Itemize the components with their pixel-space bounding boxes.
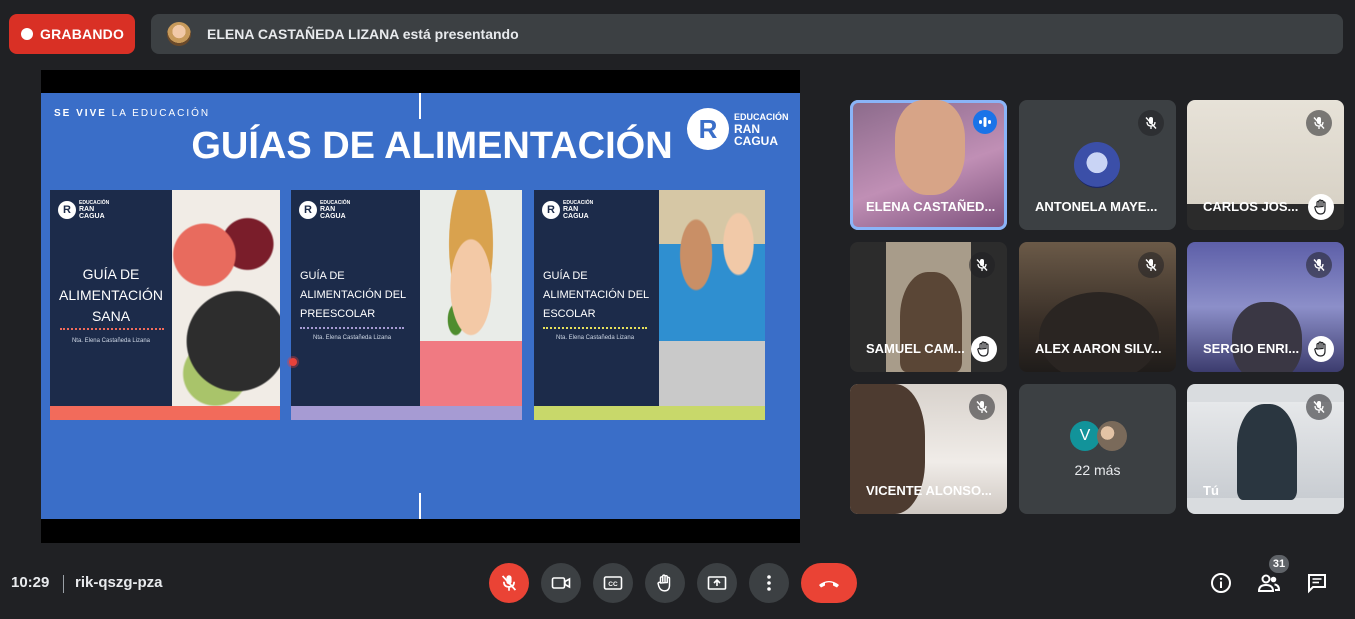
more-participants-tile[interactable]: V 22 más	[1019, 384, 1176, 514]
avatar	[1097, 421, 1127, 451]
info-icon	[1211, 573, 1231, 593]
closed-caption-icon: CC	[603, 576, 623, 590]
clock: 10:29	[11, 574, 50, 591]
child-broccoli-photo	[420, 190, 522, 406]
children-lunch-photo	[659, 190, 765, 406]
mic-off-icon	[1138, 252, 1164, 278]
participant-tile[interactable]: ALEX AARON SILV...	[1019, 242, 1176, 372]
participant-name: Tú	[1203, 483, 1219, 498]
presentation-stage: SE VIVE LA EDUCACIÓN GUÍAS DE ALIMENTACI…	[41, 70, 800, 543]
present-screen-icon	[707, 576, 727, 590]
participant-video	[1039, 292, 1159, 372]
record-dot-icon	[21, 28, 33, 40]
present-now-button[interactable]	[697, 563, 737, 603]
more-vert-icon	[767, 575, 771, 591]
presenter-bar: ELENA CASTAÑEDA LIZANA está presentando	[151, 14, 1343, 54]
presentation-slide: SE VIVE LA EDUCACIÓN GUÍAS DE ALIMENTACI…	[41, 93, 800, 519]
slide-tagline: SE VIVE LA EDUCACIÓN	[54, 108, 211, 119]
participant-tile[interactable]: VICENTE ALONSO...	[850, 384, 1007, 514]
raise-hand-button[interactable]	[645, 563, 685, 603]
meeting-code: rik-qszg-pza	[75, 574, 163, 591]
bottom-toolbar: 10:29 rik-qszg-pza CC 31	[0, 555, 1355, 619]
speaking-indicator-icon	[973, 110, 997, 134]
food-photo	[172, 190, 280, 406]
presenter-avatar	[167, 22, 191, 46]
call-end-icon	[819, 581, 839, 588]
chat-icon	[1308, 574, 1326, 594]
participant-name: CARLOS JOS...	[1203, 199, 1299, 214]
participant-name: ANTONELA MAYE...	[1035, 199, 1158, 214]
raise-hand-icon	[1308, 194, 1334, 220]
mic-off-icon	[969, 252, 995, 278]
guide-card-preescolar: R EDUCACIÓN RAN CAGUA GUÍA DE ALIMENTACIÓN D…	[291, 190, 522, 420]
participant-name: SAMUEL CAM...	[866, 341, 965, 356]
raise-hand-icon	[971, 336, 997, 362]
participant-tile[interactable]: SERGIO ENRI...	[1187, 242, 1344, 372]
videocam-icon	[551, 577, 571, 589]
participant-name: ELENA CASTAÑED...	[866, 199, 996, 214]
mic-off-icon	[1306, 110, 1332, 136]
card-title: GUÍA DE ALIMENTACIÓN SANA	[59, 266, 163, 324]
participants-button[interactable]	[1256, 570, 1282, 596]
participant-name: SERGIO ENRI...	[1203, 341, 1300, 356]
recording-label: GRABANDO	[40, 26, 125, 42]
mic-off-icon	[1138, 110, 1164, 136]
more-options-button[interactable]	[749, 563, 789, 603]
more-count: 22 más	[1074, 462, 1121, 478]
participant-tile[interactable]: CARLOS JOS...	[1187, 100, 1344, 230]
mic-off-icon	[1306, 394, 1332, 420]
laser-pointer	[289, 358, 297, 366]
participant-video	[895, 100, 965, 195]
recording-badge[interactable]: GRABANDO	[9, 14, 135, 54]
card-title: GUÍA DE ALIMENTACIÓN DEL PREESCOLAR	[300, 270, 407, 320]
brand-logo: R EDUCACIÓN RAN CAGUA	[687, 108, 789, 150]
participant-video	[1237, 404, 1297, 500]
participant-name: ALEX AARON SILV...	[1035, 341, 1162, 356]
raise-hand-icon	[1308, 336, 1334, 362]
svg-text:CC: CC	[608, 581, 618, 588]
avatar	[1074, 142, 1120, 188]
presenter-text: ELENA CASTAÑEDA LIZANA está presentando	[207, 26, 519, 42]
meeting-details-button[interactable]	[1208, 570, 1234, 596]
participant-tile[interactable]: SAMUEL CAM...	[850, 242, 1007, 372]
raise-hand-icon	[657, 574, 671, 592]
mic-off-icon	[501, 575, 517, 591]
separator	[63, 575, 64, 593]
guide-card-sana: R EDUCACIÓN RAN CAGUA GUÍA DE ALIMENTACIÓN SA…	[50, 190, 280, 420]
participant-tile[interactable]: ELENA CASTAÑED...	[850, 100, 1007, 230]
participant-count-badge: 31	[1269, 555, 1289, 573]
brand-letter: R	[687, 108, 729, 150]
avatar: V	[1070, 421, 1100, 451]
slide-divider-bottom	[419, 493, 421, 519]
chat-button[interactable]	[1304, 570, 1330, 596]
card-title: GUÍA DE ALIMENTACIÓN DEL ESCOLAR	[543, 270, 650, 320]
captions-button[interactable]: CC	[593, 563, 633, 603]
mic-off-icon	[969, 394, 995, 420]
participant-video	[1232, 302, 1302, 372]
slide-divider-top	[419, 93, 421, 119]
participant-tile-self[interactable]: Tú	[1187, 384, 1344, 514]
mic-toggle-button[interactable]	[489, 563, 529, 603]
participant-name: VICENTE ALONSO...	[866, 483, 992, 498]
leave-call-button[interactable]	[801, 563, 857, 603]
mic-off-icon	[1306, 252, 1332, 278]
people-icon	[1257, 574, 1281, 592]
guide-card-escolar: R EDUCACIÓN RAN CAGUA GUÍA DE ALIMENTACIÓN D…	[534, 190, 765, 420]
participant-tile[interactable]: ANTONELA MAYE...	[1019, 100, 1176, 230]
camera-toggle-button[interactable]	[541, 563, 581, 603]
participant-video	[900, 272, 962, 372]
